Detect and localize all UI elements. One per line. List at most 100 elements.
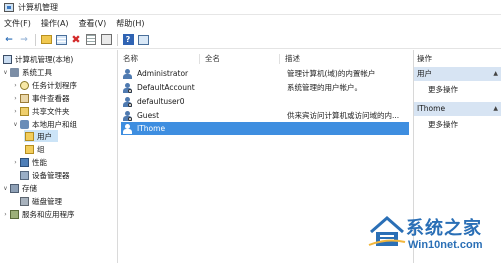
tree-item-label: 本地用户和组	[32, 119, 77, 129]
delete-icon[interactable]: ✖	[70, 33, 82, 46]
refresh-icon[interactable]	[100, 34, 112, 46]
tree-item-users[interactable]: 用户	[24, 130, 58, 142]
tree-item-root[interactable]: 计算机管理(本地)	[2, 53, 73, 65]
column-header-description[interactable]: 描述	[285, 53, 300, 65]
tree-item-label: 系统工具	[22, 67, 52, 77]
tree-item-label: 计算机管理(本地)	[15, 54, 74, 64]
tree-item-performance[interactable]: › 性能	[12, 156, 47, 168]
computer-icon	[3, 54, 12, 64]
collapse-arrow-icon[interactable]: ▲	[493, 102, 498, 116]
collapse-arrow-icon[interactable]: ▲	[493, 67, 498, 81]
actions-group-users[interactable]: 用户 ▲	[414, 67, 501, 81]
tools-icon	[10, 67, 19, 77]
tree-item-groups[interactable]: 组	[24, 143, 45, 155]
disabled-user-icon	[123, 110, 132, 121]
expand-arrow-icon[interactable]: ›	[12, 159, 19, 166]
storage-icon	[10, 183, 19, 193]
properties-icon[interactable]	[85, 34, 97, 46]
actions-title: 操作	[417, 54, 432, 63]
disabled-user-icon	[123, 96, 132, 107]
disabled-user-icon	[123, 82, 132, 93]
more-actions-link[interactable]: 更多操作	[428, 119, 458, 130]
watermark: 系统之家 Win10net.com	[368, 210, 501, 263]
grid-view-icon[interactable]	[55, 34, 67, 46]
title-bar: 计算机管理	[0, 0, 501, 15]
actions-group-label: 用户	[417, 69, 432, 78]
tree-item-disk-management[interactable]: 磁盘管理	[19, 195, 62, 207]
navigation-tree: 计算机管理(本地) ∨ 系统工具 › 任务计划程序 › 事件查看器 › 共享文件…	[0, 50, 118, 263]
toolbar-separator	[35, 33, 36, 46]
house-logo-icon	[368, 216, 406, 246]
user-icon	[123, 123, 132, 134]
users-icon	[20, 119, 29, 129]
cell-description: 供来宾访问计算机或访问域的内...	[287, 111, 400, 120]
tree-item-label: 任务计划程序	[32, 80, 77, 90]
table-row-selected[interactable]: IThome	[121, 122, 409, 135]
folder-icon	[25, 144, 34, 154]
help-icon[interactable]: ?	[122, 34, 134, 46]
table-row[interactable]: defaultuser0	[121, 95, 409, 108]
tree-item-label: 设备管理器	[32, 170, 70, 180]
tree-item-label: 组	[37, 144, 45, 154]
column-divider[interactable]	[199, 54, 200, 64]
expand-arrow-icon[interactable]: ›	[12, 95, 19, 102]
tree-item-storage[interactable]: ∨ 存储	[2, 182, 37, 194]
window-title: 计算机管理	[18, 2, 58, 12]
tree-item-label: 共享文件夹	[32, 106, 70, 116]
more-actions-link[interactable]: 更多操作	[428, 84, 458, 95]
user-icon	[123, 68, 132, 79]
tree-item-shared-folders[interactable]: › 共享文件夹	[12, 105, 70, 117]
tree-item-label: 事件查看器	[32, 93, 70, 103]
actions-group-ithome[interactable]: IThome ▲	[414, 102, 501, 116]
menu-file[interactable]: 文件(F)	[4, 18, 31, 29]
collapse-arrow-icon[interactable]: ∨	[2, 185, 9, 192]
tree-item-label: 性能	[32, 157, 47, 167]
tree-item-event-viewer[interactable]: › 事件查看器	[12, 92, 70, 104]
tree-item-label: 磁盘管理	[32, 196, 62, 206]
tree-item-device-manager[interactable]: 设备管理器	[19, 169, 70, 181]
back-icon[interactable]: ←	[3, 34, 15, 46]
folder-icon	[25, 131, 34, 141]
cell-name: DefaultAccount	[137, 83, 195, 92]
menu-view[interactable]: 查看(V)	[79, 18, 107, 29]
expand-arrow-icon[interactable]: ›	[12, 108, 19, 115]
expand-arrow-icon[interactable]: ›	[12, 82, 19, 89]
table-row[interactable]: Guest 供来宾访问计算机或访问域的内...	[121, 109, 409, 122]
menu-action[interactable]: 操作(A)	[41, 18, 69, 29]
clock-icon	[20, 80, 29, 90]
column-header-name[interactable]: 名称	[123, 53, 138, 65]
cell-description: 系统管理的用户帐户。	[287, 83, 362, 92]
services-icon	[10, 209, 19, 219]
disk-icon	[20, 196, 29, 206]
actions-group-label: IThome	[417, 104, 446, 113]
cell-description: 管理计算机(域)的内置帐户	[287, 69, 376, 78]
tree-item-system-tools[interactable]: ∨ 系统工具	[2, 66, 52, 78]
tree-item-services-apps[interactable]: › 服务和应用程序	[2, 208, 75, 220]
expand-arrow-icon[interactable]: ›	[2, 211, 9, 218]
watermark-url: Win10net.com	[408, 239, 483, 251]
table-row[interactable]: Administrator 管理计算机(域)的内置帐户	[121, 67, 409, 80]
more-actions-label: 更多操作	[428, 120, 458, 129]
cell-name: defaultuser0	[137, 97, 185, 106]
tree-item-local-users-groups[interactable]: ∨ 本地用户和组	[12, 118, 77, 130]
menu-help[interactable]: 帮助(H)	[116, 18, 144, 29]
collapse-arrow-icon[interactable]: ∨	[12, 121, 19, 128]
tree-item-label: 服务和应用程序	[22, 209, 75, 219]
collapse-arrow-icon[interactable]: ∨	[2, 69, 9, 76]
device-manager-icon	[20, 170, 29, 180]
forward-icon[interactable]: →	[18, 34, 30, 46]
cell-name: Administrator	[137, 69, 189, 78]
tree-item-label: 用户	[37, 131, 52, 141]
up-folder-icon[interactable]	[40, 34, 52, 46]
column-header-fullname[interactable]: 全名	[205, 53, 220, 65]
more-actions-label: 更多操作	[428, 85, 458, 94]
column-divider[interactable]	[279, 54, 280, 64]
table-row[interactable]: DefaultAccount 系统管理的用户帐户。	[121, 81, 409, 94]
console-icon[interactable]	[137, 34, 149, 46]
performance-icon	[20, 157, 29, 167]
menu-bar: 文件(F) 操作(A) 查看(V) 帮助(H)	[0, 16, 501, 30]
list-header: 名称 全名 描述	[119, 53, 411, 65]
event-log-icon	[20, 93, 29, 103]
shared-folder-icon	[20, 106, 29, 116]
tree-item-task-scheduler[interactable]: › 任务计划程序	[12, 79, 77, 91]
